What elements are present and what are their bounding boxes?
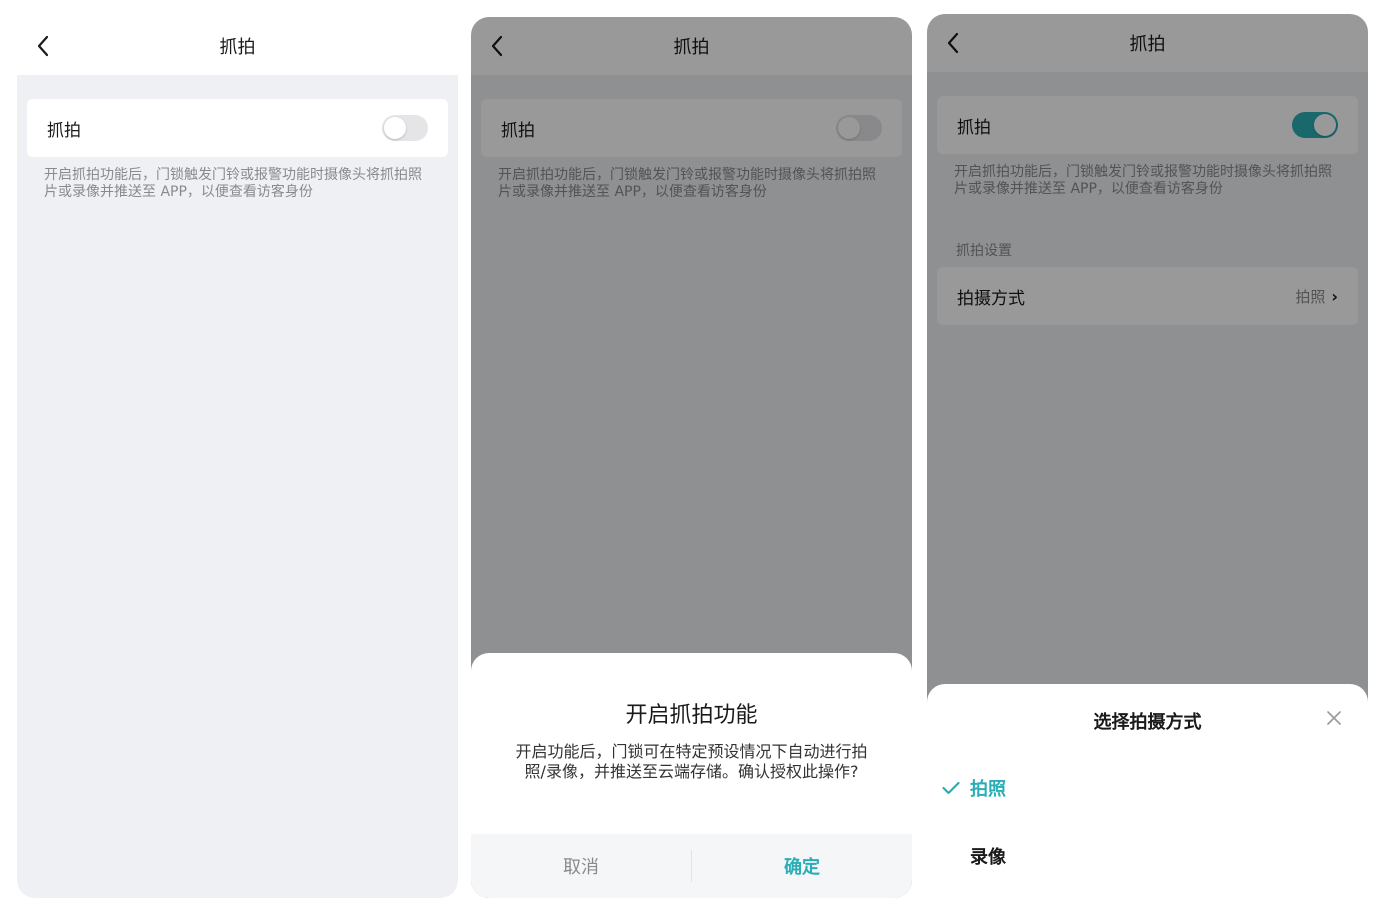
capture-label: 抓拍 bbox=[47, 120, 81, 141]
toggle-knob bbox=[384, 117, 406, 139]
screen-capture-off: 抓拍 抓拍 开启抓拍功能后，门锁触发门铃或报警功能时摄像头将抓拍照片或录像并推送… bbox=[17, 17, 458, 898]
mode-action-sheet: 选择拍摄方式 拍照 录像 bbox=[927, 684, 1368, 915]
dialog-actions: 取消 确定 bbox=[471, 834, 912, 898]
nav-bar: 抓拍 bbox=[17, 17, 458, 75]
option-photo-label: 拍照 bbox=[970, 779, 1006, 800]
sheet-title: 选择拍摄方式 bbox=[1093, 712, 1202, 733]
dialog-title: 开启抓拍功能 bbox=[625, 703, 758, 728]
screen-capture-confirm: 抓拍 抓拍 开启抓拍功能后，门锁触发门铃或报警功能时摄像头将抓拍照片或录像并推送… bbox=[471, 17, 912, 898]
screen-capture-mode: 抓拍 抓拍 开启抓拍功能后，门锁触发门铃或报警功能时摄像头将抓拍照片或录像并推送… bbox=[927, 14, 1368, 915]
cancel-button[interactable]: 取消 bbox=[471, 834, 691, 898]
close-button[interactable] bbox=[1322, 706, 1346, 730]
capture-description: 开启抓拍功能后，门锁触发门铃或报警功能时摄像头将抓拍照片或录像并推送至 APP，… bbox=[44, 167, 422, 200]
close-icon bbox=[1327, 711, 1341, 725]
confirm-button[interactable]: 确定 bbox=[692, 834, 912, 898]
option-photo[interactable]: 拍照 bbox=[927, 768, 1368, 808]
page-title: 抓拍 bbox=[219, 37, 256, 58]
chevron-left-icon bbox=[37, 35, 49, 57]
check-icon bbox=[927, 781, 970, 795]
option-video-label: 录像 bbox=[970, 847, 1006, 868]
capture-toggle[interactable] bbox=[382, 115, 428, 141]
back-button[interactable] bbox=[31, 34, 55, 58]
confirm-dialog: 开启抓拍功能 开启功能后，门锁可在特定预设情况下自动进行拍照/录像，并推送至云端… bbox=[471, 653, 912, 898]
option-video[interactable]: 录像 bbox=[927, 836, 1368, 876]
capture-toggle-row: 抓拍 bbox=[27, 99, 448, 157]
dialog-message: 开启功能后，门锁可在特定预设情况下自动进行拍照/录像，并推送至云端存储。确认授权… bbox=[515, 742, 868, 781]
